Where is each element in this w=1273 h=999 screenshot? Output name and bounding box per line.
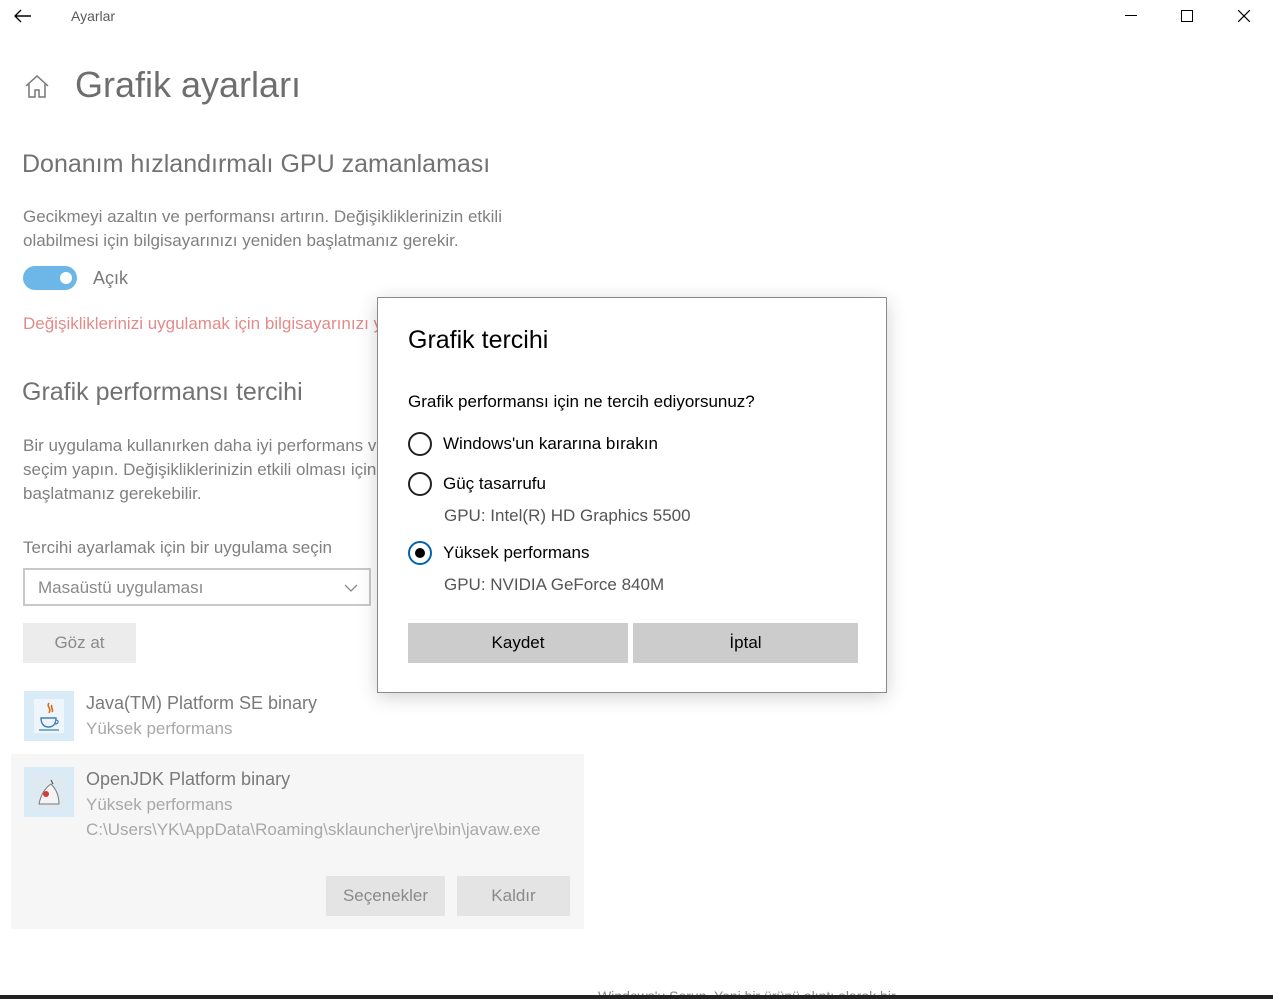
radio-label-let-windows-decide[interactable]: Windows'un kararına bırakın	[443, 434, 658, 454]
close-button[interactable]	[1216, 0, 1272, 32]
radio-label-high-performance[interactable]: Yüksek performans	[443, 543, 589, 563]
minimize-icon	[1125, 15, 1137, 16]
title-bar: Ayarlar	[0, 0, 1273, 32]
java-icon	[24, 691, 74, 741]
close-icon	[1238, 10, 1250, 22]
gpu-label-high-performance: GPU: NVIDIA GeForce 840M	[444, 575, 665, 594]
graphics-pref-heading: Grafik performansı tercihi	[22, 378, 303, 406]
toggle-label: Açık	[93, 268, 129, 288]
cancel-button[interactable]: İptal	[633, 623, 858, 663]
toggle-knob	[60, 272, 72, 284]
app-preference-openjdk: Yüksek performans	[86, 795, 233, 814]
back-arrow-icon	[14, 9, 31, 23]
app-type-select-value: Masaüstü uygulaması	[38, 578, 204, 597]
app-name-openjdk: OpenJDK Platform binary	[86, 769, 291, 789]
chevron-down-icon	[344, 584, 358, 592]
radio-power-saving[interactable]	[408, 472, 432, 496]
graphics-pref-description: Bir uygulama kullanırken daha iyi perfor…	[23, 436, 377, 503]
gpu-scheduling-heading: Donanım hızlandırmalı GPU zamanlaması	[22, 150, 491, 178]
restart-warning: Değişikliklerinizi uygulamak için bilgis…	[23, 314, 378, 333]
radio-let-windows-decide[interactable]	[408, 432, 432, 456]
page-title: Grafik ayarları	[75, 64, 302, 105]
select-app-label: Tercihi ayarlamak için bir uygulama seçi…	[23, 538, 332, 557]
home-icon[interactable]	[24, 74, 50, 100]
remove-button[interactable]: Kaldır	[457, 876, 570, 916]
back-button[interactable]	[0, 0, 46, 32]
gpu-scheduling-toggle[interactable]	[23, 266, 77, 290]
maximize-icon	[1181, 10, 1193, 22]
dialog-title: Grafik tercihi	[408, 326, 549, 354]
radio-high-performance[interactable]	[408, 541, 432, 565]
browse-button[interactable]: Göz at	[23, 623, 136, 663]
dialog-question: Grafik performansı için ne tercih ediyor…	[408, 392, 755, 411]
gpu-label-power-saving: GPU: Intel(R) HD Graphics 5500	[444, 506, 691, 525]
minimize-button[interactable]	[1103, 0, 1159, 32]
app-path-openjdk: C:\Users\YK\AppData\Roaming\sklauncher\j…	[86, 820, 541, 839]
radio-label-power-saving[interactable]: Güç tasarrufu	[443, 474, 546, 494]
bottom-edge	[0, 995, 1273, 999]
app-name-java[interactable]: Java(TM) Platform SE binary	[86, 693, 317, 714]
openjdk-icon	[24, 767, 74, 817]
app-type-select[interactable]: Masaüstü uygulaması	[23, 568, 371, 606]
graphics-preference-dialog: Grafik tercihi Grafik performansı için n…	[377, 297, 887, 693]
gpu-scheduling-description: Gecikmeyi azaltın ve performansı artırın…	[23, 207, 502, 250]
window-title: Ayarlar	[71, 8, 116, 24]
save-button[interactable]: Kaydet	[408, 623, 628, 663]
maximize-button[interactable]	[1159, 0, 1215, 32]
options-button[interactable]: Seçenekler	[326, 876, 445, 916]
app-preference-java: Yüksek performans	[86, 719, 233, 738]
